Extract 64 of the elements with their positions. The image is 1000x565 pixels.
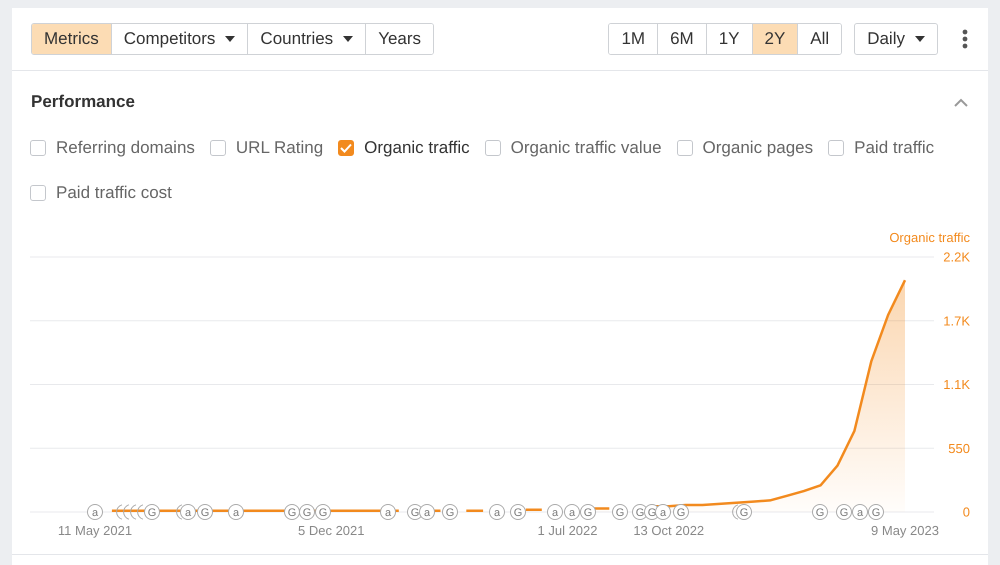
event-marker[interactable]: G — [868, 504, 884, 520]
event-marker[interactable]: a — [87, 504, 103, 520]
x-axis-label: 9 May 2023 — [871, 523, 939, 538]
x-axis-label: 11 May 2021 — [58, 523, 132, 538]
x-axis-label: 5 Dec 2021 — [298, 523, 364, 538]
metric-checkbox[interactable]: Organic traffic — [338, 129, 470, 166]
x-axis-label: 13 Oct 2022 — [633, 523, 704, 538]
metric-checkbox[interactable]: Organic pages — [676, 129, 814, 166]
metric-checkbox[interactable]: Paid traffic cost — [30, 174, 172, 211]
interval-dropdown[interactable]: Daily — [854, 23, 938, 55]
marker-edge-icon[interactable] — [176, 504, 182, 520]
event-marker[interactable]: a — [380, 504, 396, 520]
range-tab[interactable]: 2Y — [752, 24, 798, 54]
section-title: Performance — [31, 92, 135, 112]
collapse-chevron-icon[interactable] — [954, 98, 968, 106]
marker-edge-icon[interactable] — [123, 504, 130, 520]
event-marker[interactable]: a — [564, 504, 580, 520]
metric-checkbox[interactable]: URL Rating — [210, 129, 324, 166]
event-marker[interactable]: a — [655, 504, 671, 520]
event-marker[interactable]: G — [612, 504, 628, 520]
event-marker[interactable]: a — [228, 504, 244, 520]
y-axis-label: 1.7K — [943, 313, 970, 328]
event-marker[interactable]: a — [419, 504, 435, 520]
checkbox[interactable] — [338, 140, 354, 156]
marker-edge-icon[interactable] — [130, 504, 136, 520]
metric-checkbox[interactable]: Organic traffic value — [484, 129, 662, 166]
checkbox[interactable] — [484, 140, 501, 156]
event-marker[interactable]: G — [812, 504, 828, 520]
event-marker[interactable]: G — [673, 504, 689, 520]
checkbox[interactable] — [30, 140, 46, 156]
metric-checkbox[interactable]: Paid traffic — [828, 129, 934, 166]
event-marker[interactable]: a — [180, 504, 196, 520]
event-marker[interactable]: G — [736, 504, 752, 520]
event-marker[interactable]: G — [442, 504, 458, 520]
range-tab[interactable]: All — [797, 24, 842, 54]
view-tab[interactable]: Metrics — [32, 24, 111, 54]
checkbox[interactable] — [676, 140, 693, 156]
event-marker[interactable]: G — [197, 504, 213, 520]
event-marker[interactable]: a — [547, 504, 563, 520]
y-axis-label: 0 — [962, 504, 970, 520]
y-axis-label: 2.2K — [943, 250, 970, 264]
event-marker[interactable]: a — [489, 504, 505, 520]
marker-edge-icon[interactable] — [137, 504, 144, 520]
checkbox[interactable] — [210, 140, 226, 156]
event-marker[interactable]: G — [315, 504, 331, 520]
series-label: Organic traffic — [889, 230, 970, 245]
metric-checkbox[interactable]: Referring domains — [30, 129, 195, 166]
checkbox[interactable] — [828, 140, 844, 156]
marker-edge-icon[interactable] — [732, 504, 738, 520]
event-marker[interactable]: G — [299, 504, 315, 520]
checkbox[interactable] — [30, 184, 46, 200]
event-marker[interactable]: G — [144, 504, 160, 520]
more-menu-icon[interactable] — [962, 29, 968, 49]
view-tab[interactable]: Years — [365, 24, 434, 54]
marker-edge-icon[interactable] — [116, 504, 122, 520]
x-axis-label: 1 Jul 2022 — [538, 523, 598, 538]
event-marker[interactable]: a — [852, 504, 868, 520]
event-marker[interactable]: G — [836, 504, 852, 520]
event-marker[interactable]: G — [284, 504, 300, 520]
event-marker[interactable]: G — [510, 504, 526, 520]
event-marker[interactable]: G — [580, 504, 596, 520]
caret-icon — [915, 36, 925, 42]
y-axis-label: 1.1K — [943, 377, 970, 392]
y-axis-label: 550 — [948, 440, 970, 456]
